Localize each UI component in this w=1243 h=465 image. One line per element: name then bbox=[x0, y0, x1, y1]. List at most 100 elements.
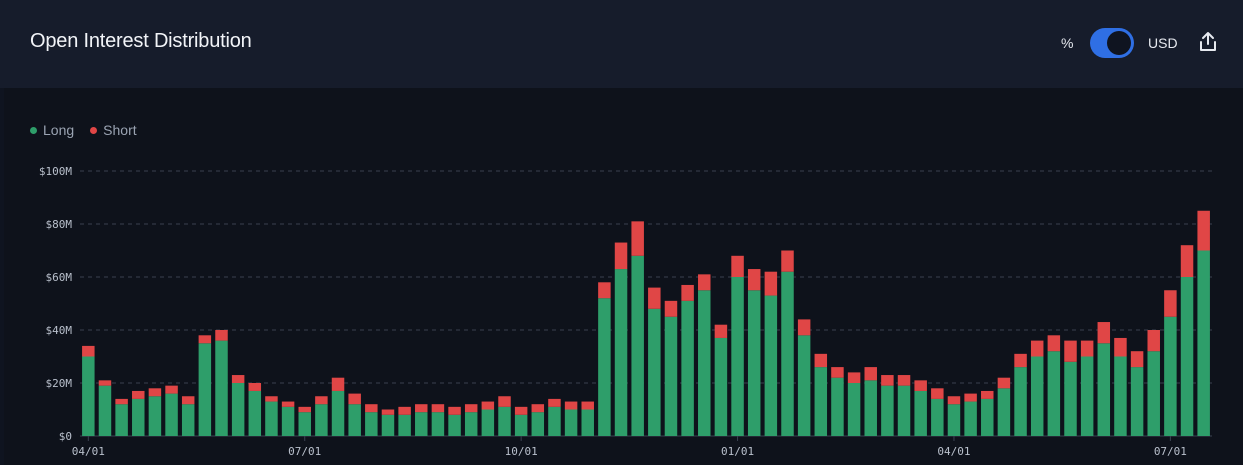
long-bar[interactable] bbox=[315, 404, 328, 436]
short-bar[interactable] bbox=[1114, 337, 1127, 357]
long-bar[interactable] bbox=[747, 290, 761, 436]
short-bar[interactable] bbox=[181, 396, 195, 405]
short-bar[interactable] bbox=[381, 409, 395, 415]
long-bar[interactable] bbox=[298, 412, 311, 436]
long-bar[interactable] bbox=[564, 409, 578, 437]
long-bar[interactable] bbox=[448, 414, 461, 436]
short-bar[interactable] bbox=[248, 383, 262, 391]
short-bar[interactable] bbox=[281, 401, 295, 407]
short-bar[interactable] bbox=[1180, 245, 1194, 277]
short-bar[interactable] bbox=[664, 300, 678, 317]
short-bar[interactable] bbox=[1147, 330, 1160, 352]
long-bar[interactable] bbox=[598, 298, 611, 436]
short-bar[interactable] bbox=[698, 274, 711, 291]
short-bar[interactable] bbox=[1197, 210, 1210, 251]
short-bar[interactable] bbox=[847, 372, 861, 383]
short-bar[interactable] bbox=[464, 404, 478, 413]
short-bar[interactable] bbox=[148, 388, 162, 397]
long-bar[interactable] bbox=[248, 390, 262, 436]
long-bar[interactable] bbox=[1030, 356, 1044, 437]
long-bar[interactable] bbox=[415, 412, 428, 436]
short-bar[interactable] bbox=[331, 377, 345, 391]
short-bar[interactable] bbox=[1097, 322, 1111, 344]
short-bar[interactable] bbox=[531, 404, 545, 413]
short-bar[interactable] bbox=[598, 282, 611, 299]
short-bar[interactable] bbox=[964, 393, 977, 402]
long-bar[interactable] bbox=[281, 406, 295, 436]
short-bar[interactable] bbox=[498, 396, 511, 407]
short-bar[interactable] bbox=[398, 406, 411, 415]
short-bar[interactable] bbox=[165, 385, 178, 394]
long-bar[interactable] bbox=[764, 295, 778, 436]
short-bar[interactable] bbox=[215, 330, 228, 341]
short-bar[interactable] bbox=[731, 255, 744, 277]
short-bar[interactable] bbox=[1080, 340, 1094, 357]
short-bar[interactable] bbox=[1047, 335, 1061, 352]
short-bar[interactable] bbox=[581, 401, 594, 410]
short-bar[interactable] bbox=[1014, 353, 1027, 368]
long-bar[interactable] bbox=[531, 412, 545, 436]
short-bar[interactable] bbox=[132, 390, 145, 399]
short-bar[interactable] bbox=[198, 335, 212, 344]
short-bar[interactable] bbox=[631, 221, 644, 256]
long-bar[interactable] bbox=[847, 383, 861, 436]
long-bar[interactable] bbox=[1014, 367, 1027, 436]
short-bar[interactable] bbox=[265, 396, 278, 402]
long-bar[interactable] bbox=[781, 271, 794, 436]
short-bar[interactable] bbox=[315, 396, 328, 405]
long-bar[interactable] bbox=[997, 388, 1011, 436]
short-bar[interactable] bbox=[448, 406, 461, 415]
long-bar[interactable] bbox=[648, 308, 661, 436]
short-bar[interactable] bbox=[997, 377, 1011, 389]
long-bar[interactable] bbox=[132, 398, 145, 436]
short-bar[interactable] bbox=[82, 345, 95, 357]
long-bar[interactable] bbox=[731, 277, 744, 436]
short-bar[interactable] bbox=[514, 406, 528, 415]
long-bar[interactable] bbox=[265, 401, 278, 436]
short-bar[interactable] bbox=[1130, 351, 1144, 368]
long-bar[interactable] bbox=[481, 409, 495, 437]
long-bar[interactable] bbox=[1047, 351, 1061, 436]
short-bar[interactable] bbox=[881, 375, 894, 386]
short-bar[interactable] bbox=[614, 242, 628, 270]
long-bar[interactable] bbox=[398, 414, 411, 436]
long-bar[interactable] bbox=[181, 404, 195, 436]
long-bar[interactable] bbox=[82, 356, 95, 437]
long-bar[interactable] bbox=[115, 404, 128, 436]
long-bar[interactable] bbox=[98, 385, 112, 436]
long-bar[interactable] bbox=[365, 412, 378, 436]
short-bar[interactable] bbox=[548, 398, 561, 407]
long-bar[interactable] bbox=[914, 390, 927, 436]
long-bar[interactable] bbox=[964, 401, 977, 436]
short-bar[interactable] bbox=[348, 393, 361, 405]
long-bar[interactable] bbox=[797, 335, 811, 436]
long-bar[interactable] bbox=[165, 393, 178, 436]
long-bar[interactable] bbox=[947, 404, 961, 436]
long-bar[interactable] bbox=[814, 367, 828, 436]
long-bar[interactable] bbox=[881, 385, 894, 436]
long-bar[interactable] bbox=[1164, 316, 1177, 436]
short-bar[interactable] bbox=[981, 390, 994, 399]
long-bar[interactable] bbox=[614, 269, 628, 436]
long-bar[interactable] bbox=[1180, 277, 1194, 436]
short-bar[interactable] bbox=[415, 404, 428, 413]
short-bar[interactable] bbox=[481, 401, 495, 410]
long-bar[interactable] bbox=[897, 385, 911, 436]
short-bar[interactable] bbox=[931, 388, 944, 399]
long-bar[interactable] bbox=[1064, 361, 1077, 436]
long-bar[interactable] bbox=[1114, 356, 1127, 437]
short-bar[interactable] bbox=[781, 250, 794, 272]
long-bar[interactable] bbox=[381, 414, 395, 436]
short-bar[interactable] bbox=[1164, 290, 1177, 317]
long-bar[interactable] bbox=[831, 377, 844, 436]
short-bar[interactable] bbox=[98, 380, 112, 386]
long-bar[interactable] bbox=[664, 316, 678, 436]
long-bar[interactable] bbox=[931, 398, 944, 436]
long-bar[interactable] bbox=[514, 414, 528, 436]
long-bar[interactable] bbox=[148, 396, 162, 436]
long-bar[interactable] bbox=[981, 398, 994, 436]
short-bar[interactable] bbox=[681, 284, 694, 301]
short-bar[interactable] bbox=[1064, 340, 1077, 362]
long-bar[interactable] bbox=[1097, 343, 1111, 436]
short-bar[interactable] bbox=[648, 287, 661, 309]
